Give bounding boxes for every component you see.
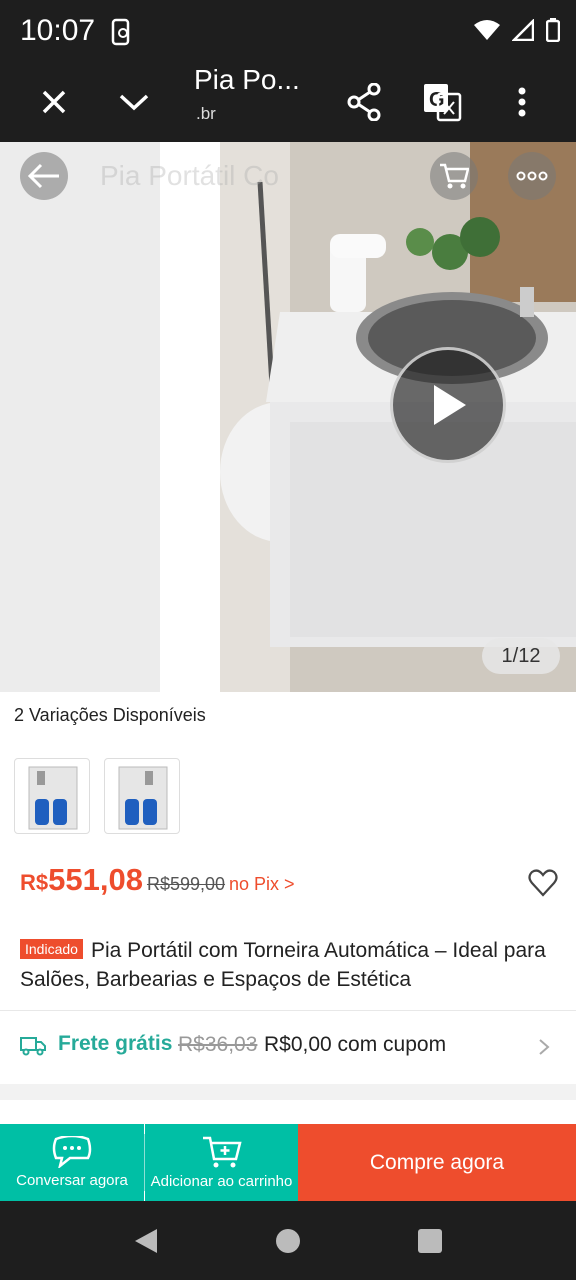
favorite-heart-icon[interactable] [528,868,558,898]
image-counter: 1/12 [482,638,560,674]
battery-icon [546,18,560,42]
free-shipping-label: Frete grátis [58,1032,173,1055]
product-title: Pia Portátil com Torneira Automática – I… [20,939,546,991]
price-value: 551,08 [48,862,143,897]
back-triangle-icon [135,1229,157,1253]
recommended-badge: Indicado [20,939,83,959]
add-to-cart-label: Adicionar ao carrinho [150,1173,293,1190]
shipping-row[interactable]: Frete grátis R$36,03 R$0,00 com cupom [0,1018,576,1074]
truck-icon [20,1037,46,1056]
more-options-button[interactable] [508,152,556,200]
share-button[interactable] [334,72,394,132]
page-title: Pia Po... [194,64,300,95]
product-title-block: Indicado Pia Portátil com Torneira Automá… [20,936,560,994]
pix-link[interactable]: no Pix > [229,874,295,895]
buy-now-button[interactable]: Compre agora [298,1124,576,1201]
cart-icon [440,163,469,189]
recents-square-icon [418,1229,442,1253]
shipping-old-price: R$36,03 [178,1033,258,1056]
translate-icon: G [424,84,462,122]
cart-button[interactable] [430,152,478,200]
play-video-button[interactable] [390,347,506,463]
gallery-previous-image [0,142,160,692]
more-menu-button[interactable] [492,72,552,132]
add-to-cart-button[interactable]: Adicionar ao carrinho [145,1124,298,1201]
status-time: 10:07 [20,14,96,47]
browser-toolbar: Pia Po... .br G [0,64,576,142]
variations-label: 2 Variações Disponíveis [14,705,206,725]
price-currency: R$ [20,870,49,895]
chat-now-button[interactable]: Conversar agora [0,1124,144,1201]
system-nav-bar [0,1201,576,1280]
close-button[interactable] [24,72,84,132]
chevron-down-icon [119,94,149,111]
original-price: R$599,00 [146,874,226,894]
translate-button[interactable]: G [412,72,472,132]
add-cart-icon [202,1136,242,1168]
overlay-title: Pia Portátil Co [100,160,279,191]
page-url: .br [196,104,216,123]
home-circle-icon [276,1229,300,1253]
minimize-button[interactable] [104,72,164,132]
nav-recents-button[interactable] [414,1225,446,1257]
nav-back-button[interactable] [130,1225,162,1257]
nav-home-button[interactable] [272,1225,304,1257]
product-gallery[interactable]: Pia Portátil Co 1/12 [0,142,576,692]
more-horizontal-icon [516,171,548,181]
share-icon [347,83,381,121]
chevron-right-icon [539,1039,550,1055]
back-button[interactable] [20,152,68,200]
price-row: R$ 551,08 R$599,00 no Pix > [20,862,295,898]
variation-image [118,766,168,830]
chat-icon [52,1136,92,1168]
close-icon [42,90,66,114]
status-bar: 10:07 [0,0,576,64]
variation-thumb-2[interactable] [104,758,180,834]
section-gap [0,1084,576,1100]
status-icons [474,18,560,42]
signal-icon [512,19,534,41]
wifi-icon [474,20,500,40]
more-vertical-icon [518,87,526,117]
arrow-left-icon [27,163,59,189]
play-icon [434,385,466,425]
variation-thumb-1[interactable] [14,758,90,834]
divider [0,1010,576,1011]
variation-image [28,766,78,830]
chat-now-label: Conversar agora [16,1172,128,1189]
phone-sync-icon [111,18,130,46]
action-bar: Conversar agora Adicionar ao carrinho Co… [0,1124,576,1201]
shipping-new-price: R$0,00 com cupom [264,1033,447,1056]
